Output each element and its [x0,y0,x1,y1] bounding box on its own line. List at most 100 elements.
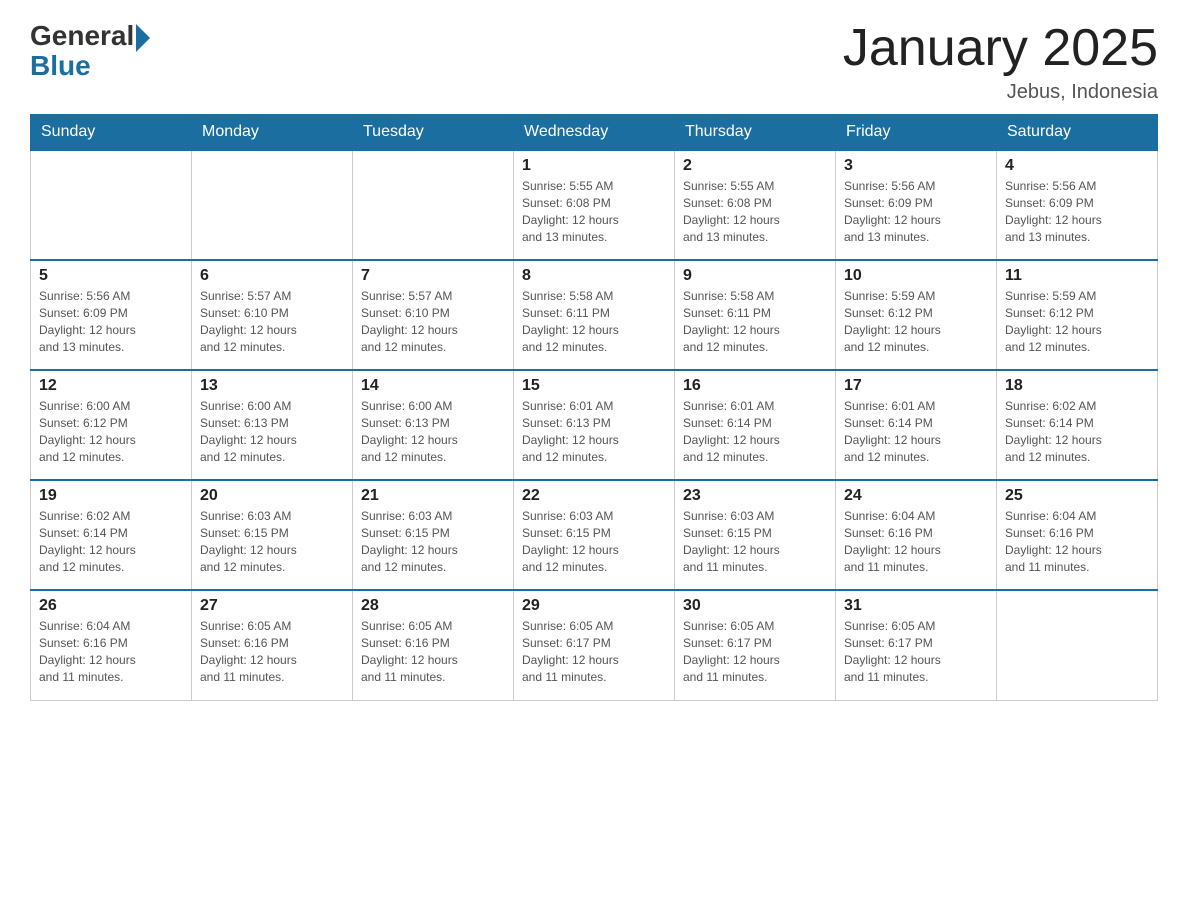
day-number: 13 [200,377,344,395]
day-number: 20 [200,487,344,505]
logo-arrow-icon [136,24,150,52]
calendar-cell: 24 Sunrise: 6:04 AM Sunset: 6:16 PM Dayli… [836,480,997,590]
day-number: 28 [361,597,505,615]
day-info: Sunrise: 5:56 AM Sunset: 6:09 PM Dayligh… [1005,178,1149,245]
day-info: Sunrise: 6:05 AM Sunset: 6:17 PM Dayligh… [844,618,988,685]
calendar-cell: 15Sunrise: 6:01 AM Sunset: 6:13 PM Dayli… [514,370,675,480]
day-number: 24 [844,487,988,505]
day-info: Sunrise: 5:58 AM Sunset: 6:11 PM Dayligh… [683,288,827,355]
calendar-cell: 16 Sunrise: 6:01 AM Sunset: 6:14 PM Dayli… [675,370,836,480]
day-info: Sunrise: 6:04 AM Sunset: 6:16 PM Dayligh… [39,618,183,685]
calendar-cell: 27 Sunrise: 6:05 AM Sunset: 6:16 PM Dayli… [192,590,353,700]
calendar-header-thursday: Thursday [675,115,836,151]
day-number: 14 [361,377,505,395]
day-info: Sunrise: 6:00 AM Sunset: 6:12 PM Dayligh… [39,398,183,465]
day-info: Sunrise: 5:57 AM Sunset: 6:10 PM Dayligh… [200,288,344,355]
week-row-1: 1 Sunrise: 5:55 AM Sunset: 6:08 PM Daylig… [31,150,1158,260]
day-number: 27 [200,597,344,615]
day-info: Sunrise: 6:01 AM Sunset: 6:13 PM Dayligh… [522,398,666,465]
page-header: General Blue January 2025 Jebus, Indones… [30,20,1158,104]
day-info: Sunrise: 6:03 AM Sunset: 6:15 PM Dayligh… [361,508,505,575]
calendar-header-monday: Monday [192,115,353,151]
day-info: Sunrise: 5:59 AM Sunset: 6:12 PM Dayligh… [844,288,988,355]
day-number: 5 [39,267,183,285]
day-number: 17 [844,377,988,395]
calendar-cell: 2 Sunrise: 5:55 AM Sunset: 6:08 PM Daylig… [675,150,836,260]
day-number: 3 [844,157,988,175]
day-number: 16 [683,377,827,395]
day-info: Sunrise: 6:04 AM Sunset: 6:16 PM Dayligh… [844,508,988,575]
day-info: Sunrise: 6:03 AM Sunset: 6:15 PM Dayligh… [200,508,344,575]
calendar-header-row: SundayMondayTuesdayWednesdayThursdayFrid… [31,115,1158,151]
calendar-header-tuesday: Tuesday [353,115,514,151]
day-info: Sunrise: 6:01 AM Sunset: 6:14 PM Dayligh… [683,398,827,465]
calendar-cell: 30 Sunrise: 6:05 AM Sunset: 6:17 PM Dayli… [675,590,836,700]
day-info: Sunrise: 6:05 AM Sunset: 6:16 PM Dayligh… [200,618,344,685]
calendar-title: January 2025 [843,20,1158,77]
day-info: Sunrise: 6:00 AM Sunset: 6:13 PM Dayligh… [200,398,344,465]
day-number: 26 [39,597,183,615]
calendar-cell: 10 Sunrise: 5:59 AM Sunset: 6:12 PM Dayli… [836,260,997,370]
calendar-cell: 29 Sunrise: 6:05 AM Sunset: 6:17 PM Dayli… [514,590,675,700]
day-number: 12 [39,377,183,395]
day-info: Sunrise: 6:04 AM Sunset: 6:16 PM Dayligh… [1005,508,1149,575]
day-info: Sunrise: 6:03 AM Sunset: 6:15 PM Dayligh… [683,508,827,575]
calendar-cell: 31 Sunrise: 6:05 AM Sunset: 6:17 PM Dayli… [836,590,997,700]
calendar-subtitle: Jebus, Indonesia [843,81,1158,104]
day-number: 1 [522,157,666,175]
calendar-cell: 5 Sunrise: 5:56 AM Sunset: 6:09 PM Daylig… [31,260,192,370]
calendar-cell: 4Sunrise: 5:56 AM Sunset: 6:09 PM Daylig… [997,150,1158,260]
day-info: Sunrise: 6:03 AM Sunset: 6:15 PM Dayligh… [522,508,666,575]
day-number: 2 [683,157,827,175]
calendar-header-sunday: Sunday [31,115,192,151]
day-number: 31 [844,597,988,615]
day-number: 23 [683,487,827,505]
day-number: 25 [1005,487,1149,505]
logo-blue-text: Blue [30,50,150,82]
day-number: 18 [1005,377,1149,395]
day-info: Sunrise: 5:56 AM Sunset: 6:09 PM Dayligh… [39,288,183,355]
day-number: 6 [200,267,344,285]
day-number: 10 [844,267,988,285]
calendar-cell [353,150,514,260]
calendar-cell [31,150,192,260]
calendar-cell: 12 Sunrise: 6:00 AM Sunset: 6:12 PM Dayli… [31,370,192,480]
day-number: 9 [683,267,827,285]
calendar-cell: 11Sunrise: 5:59 AM Sunset: 6:12 PM Dayli… [997,260,1158,370]
day-number: 19 [39,487,183,505]
week-row-3: 12 Sunrise: 6:00 AM Sunset: 6:12 PM Dayli… [31,370,1158,480]
calendar-header-wednesday: Wednesday [514,115,675,151]
day-info: Sunrise: 6:05 AM Sunset: 6:17 PM Dayligh… [522,618,666,685]
calendar-cell: 6 Sunrise: 5:57 AM Sunset: 6:10 PM Daylig… [192,260,353,370]
day-number: 29 [522,597,666,615]
day-info: Sunrise: 6:05 AM Sunset: 6:16 PM Dayligh… [361,618,505,685]
day-info: Sunrise: 5:56 AM Sunset: 6:09 PM Dayligh… [844,178,988,245]
calendar-cell: 21Sunrise: 6:03 AM Sunset: 6:15 PM Dayli… [353,480,514,590]
calendar-cell: 18 Sunrise: 6:02 AM Sunset: 6:14 PM Dayli… [997,370,1158,480]
day-number: 8 [522,267,666,285]
day-info: Sunrise: 6:00 AM Sunset: 6:13 PM Dayligh… [361,398,505,465]
calendar-cell: 23 Sunrise: 6:03 AM Sunset: 6:15 PM Dayli… [675,480,836,590]
calendar-cell: 19Sunrise: 6:02 AM Sunset: 6:14 PM Dayli… [31,480,192,590]
calendar-table: SundayMondayTuesdayWednesdayThursdayFrid… [30,114,1158,701]
day-number: 7 [361,267,505,285]
calendar-cell: 14 Sunrise: 6:00 AM Sunset: 6:13 PM Dayli… [353,370,514,480]
day-info: Sunrise: 5:55 AM Sunset: 6:08 PM Dayligh… [683,178,827,245]
day-info: Sunrise: 5:57 AM Sunset: 6:10 PM Dayligh… [361,288,505,355]
calendar-cell: 8 Sunrise: 5:58 AM Sunset: 6:11 PM Daylig… [514,260,675,370]
calendar-cell [997,590,1158,700]
day-info: Sunrise: 5:55 AM Sunset: 6:08 PM Dayligh… [522,178,666,245]
calendar-cell: 17Sunrise: 6:01 AM Sunset: 6:14 PM Dayli… [836,370,997,480]
calendar-cell: 26 Sunrise: 6:04 AM Sunset: 6:16 PM Dayli… [31,590,192,700]
calendar-cell: 28 Sunrise: 6:05 AM Sunset: 6:16 PM Dayli… [353,590,514,700]
calendar-cell: 3 Sunrise: 5:56 AM Sunset: 6:09 PM Daylig… [836,150,997,260]
calendar-cell: 1 Sunrise: 5:55 AM Sunset: 6:08 PM Daylig… [514,150,675,260]
day-info: Sunrise: 6:02 AM Sunset: 6:14 PM Dayligh… [1005,398,1149,465]
day-number: 30 [683,597,827,615]
day-number: 11 [1005,267,1149,285]
day-info: Sunrise: 5:58 AM Sunset: 6:11 PM Dayligh… [522,288,666,355]
calendar-cell: 25 Sunrise: 6:04 AM Sunset: 6:16 PM Dayli… [997,480,1158,590]
logo: General Blue [30,20,150,82]
calendar-cell: 9 Sunrise: 5:58 AM Sunset: 6:11 PM Daylig… [675,260,836,370]
day-info: Sunrise: 6:05 AM Sunset: 6:17 PM Dayligh… [683,618,827,685]
